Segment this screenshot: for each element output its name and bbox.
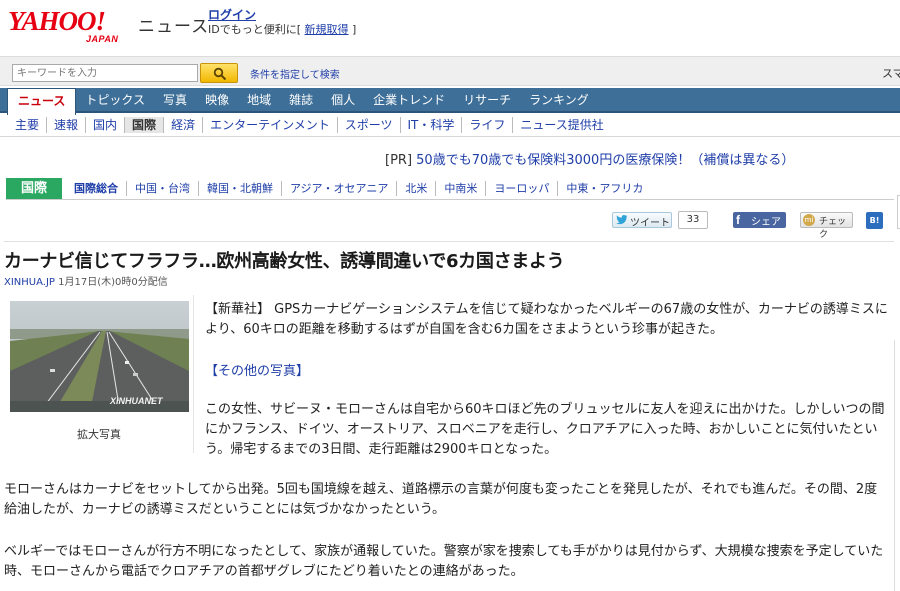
pr-ad-link[interactable]: [PR] 50歳でも70歳でも保険料3000円の医療保険！（補償は異なる）: [385, 149, 794, 168]
article-photo[interactable]: XINHUANET: [10, 301, 189, 412]
subnav-entertainment[interactable]: エンターテインメント: [202, 117, 337, 133]
mixi-check-button[interactable]: mi チェック: [800, 212, 853, 240]
advanced-search-link[interactable]: 条件を指定して検索: [250, 66, 340, 81]
article-source[interactable]: XINHUA.JP: [4, 277, 55, 288]
tweet-button[interactable]: ツイート: [612, 212, 672, 229]
check-label: チェック: [819, 217, 847, 240]
search-button[interactable]: [200, 63, 238, 83]
article-lead: 【新華社】 GPSカーナビゲーションシステムを信じて疑わなかったベルギーの67歳…: [205, 302, 888, 337]
side-border: [894, 340, 900, 591]
article-meta: XINHUA.JP 1月17日(木)0時0分配信: [4, 273, 168, 288]
search-bar: 条件を指定して検索 スマ: [0, 56, 900, 86]
cat-international-general[interactable]: 国際総合: [66, 181, 126, 196]
service-name[interactable]: ニュース: [138, 12, 209, 37]
nav-local[interactable]: 地域: [238, 88, 280, 113]
facebook-share-button[interactable]: f シェア: [733, 212, 786, 228]
logo-text: YAHOO!: [8, 6, 106, 36]
nav-corporate-trends[interactable]: 企業トレンド: [364, 88, 454, 113]
divider: [4, 241, 894, 242]
nav-research[interactable]: リサーチ: [454, 88, 520, 113]
nav-topics[interactable]: トピックス: [76, 88, 154, 113]
main-nav: ニュース トピックス 写真 映像 地域 雑誌 個人 企業トレンド リサーチ ラン…: [0, 88, 900, 115]
pr-tag: [PR]: [385, 153, 413, 168]
tweet-label: ツイート: [630, 218, 670, 229]
subnav-economy[interactable]: 経済: [163, 117, 202, 133]
nav-ranking[interactable]: ランキング: [520, 88, 598, 113]
subnav-sports[interactable]: スポーツ: [336, 117, 400, 133]
cat-china-taiwan[interactable]: 中国・台湾: [126, 181, 198, 196]
article-date: 1月17日(木)0時0分配信: [54, 277, 168, 288]
subnav-providers[interactable]: ニュース提供社: [512, 117, 610, 133]
cat-north-america[interactable]: 北米: [396, 181, 435, 196]
highway-photo-image: XINHUANET: [10, 301, 189, 412]
pr-text: 50歳でも70歳でも保険料3000円の医療保険！（補償は異なる）: [412, 153, 795, 168]
cat-latin-america[interactable]: 中南米: [435, 181, 485, 196]
nav-individual[interactable]: 個人: [322, 88, 364, 113]
category-label: 国際: [6, 178, 62, 199]
cat-europe[interactable]: ヨーロッパ: [485, 181, 557, 196]
nav-news[interactable]: ニュース: [7, 88, 77, 115]
photo-watermark: XINHUANET: [109, 396, 164, 406]
cat-middle-east-africa[interactable]: 中東・アフリカ: [557, 181, 651, 196]
search-input[interactable]: [12, 64, 198, 82]
article-title: カーナビ信じてフラフラ…欧州高齢女性、誘導間違いで6カ国さまよう: [4, 251, 565, 272]
article-paragraph: モローさんはカーナビをセットしてから出発。5回も国境線を越え、道路標示の言葉が何…: [4, 482, 878, 517]
sub-nav: 主要 速報 国内 国際 経済 エンターテインメント スポーツ IT・科学 ライフ…: [0, 115, 900, 137]
share-label: シェア: [751, 217, 781, 228]
login-subtext: IDでもっと便利に[ 新規取得 ]: [208, 21, 356, 37]
cat-asia-oceania[interactable]: アジア・オセアニア: [281, 181, 396, 196]
facebook-icon: f: [736, 213, 740, 227]
cat-korea[interactable]: 韓国・北朝鮮: [198, 181, 281, 196]
twitter-bird-icon: [616, 215, 628, 225]
enlarge-photo-link[interactable]: 拡大写真: [4, 426, 194, 442]
subnav-life[interactable]: ライフ: [461, 117, 512, 133]
yahoo-japan-logo[interactable]: YAHOO! JAPAN: [8, 6, 134, 46]
login-sub-suffix: ]: [348, 23, 357, 36]
more-photos-link[interactable]: 【その他の写真】: [205, 360, 309, 379]
article-paragraph: ベルギーではモローさんが行方不明になったとして、家族が通報していた。警察が家を捜…: [4, 544, 884, 579]
search-icon: [213, 67, 227, 81]
register-link[interactable]: 新規取得: [305, 23, 349, 36]
subnav-international[interactable]: 国際: [124, 117, 164, 133]
tweet-count: 33: [678, 211, 708, 229]
nav-magazine[interactable]: 雑誌: [280, 88, 322, 113]
subnav-breaking[interactable]: 速報: [46, 117, 85, 133]
hatena-bookmark-button[interactable]: B!: [866, 212, 883, 229]
header: YAHOO! JAPAN ニュース ログイン IDでもっと便利に[ 新規取得 ]: [0, 0, 900, 52]
subnav-main[interactable]: 主要: [8, 117, 46, 133]
subnav-domestic[interactable]: 国内: [85, 117, 124, 133]
nav-video[interactable]: 映像: [196, 88, 238, 113]
logo-sub-text: JAPAN: [86, 34, 119, 44]
subnav-it-science[interactable]: IT・科学: [399, 117, 462, 133]
photo-box: XINHUANET 拡大写真: [4, 295, 194, 453]
mixi-icon: mi: [803, 214, 815, 226]
nav-photos[interactable]: 写真: [154, 88, 196, 113]
category-bar: 国際 国際総合 中国・台湾 韓国・北朝鮮 アジア・オセアニア 北米 中南米 ヨー…: [6, 178, 894, 200]
article-paragraph: この女性、サビーヌ・モローさんは自宅から60キロほど先のブリュッセルに友人を迎え…: [205, 402, 885, 457]
login-sub-prefix: IDでもっと便利に[: [208, 23, 305, 36]
smartphone-link[interactable]: スマ: [882, 65, 900, 81]
